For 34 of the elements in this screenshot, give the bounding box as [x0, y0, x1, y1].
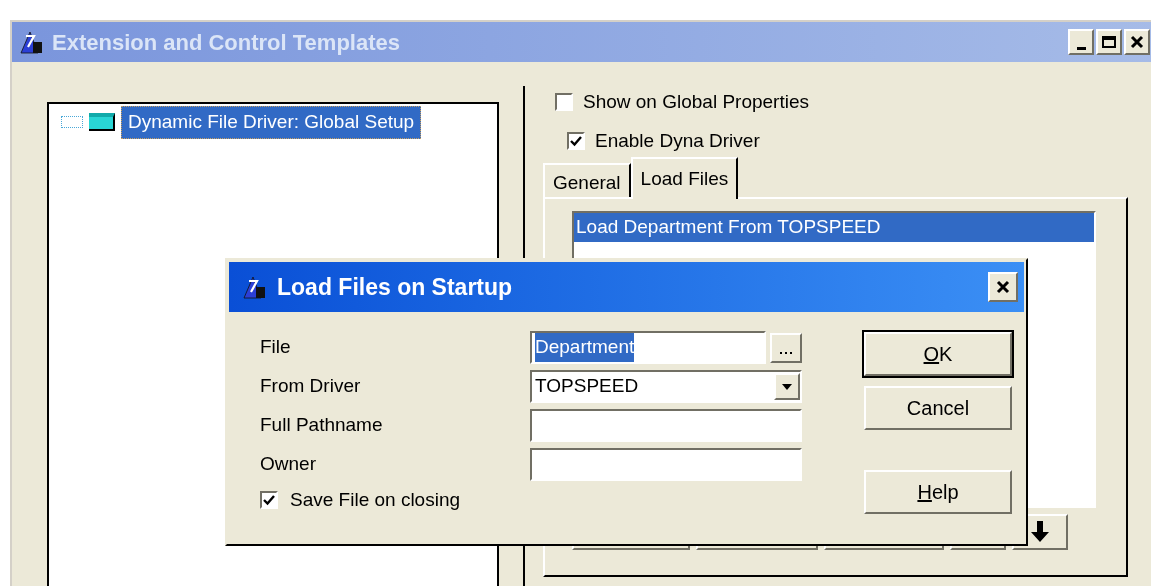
dialog-button[interactable]: Cancel: [864, 386, 1012, 430]
down-arrow-icon: [1030, 521, 1050, 543]
tab[interactable]: General: [543, 163, 631, 197]
text-field[interactable]: [530, 448, 802, 481]
close-icon[interactable]: [988, 272, 1018, 302]
ellipsis-icon: [780, 351, 792, 355]
option-label: Show on Global Properties: [583, 90, 809, 114]
logo-icon: [241, 274, 267, 300]
checkbox-label: Save File on closing: [290, 488, 461, 512]
close-icon[interactable]: [1124, 29, 1150, 55]
window-title: Extension and Control Templates: [52, 28, 400, 57]
dialog-button[interactable]: Help: [864, 470, 1012, 514]
checkbox[interactable]: [567, 131, 585, 150]
list-item[interactable]: Load Department From TOPSPEED: [574, 213, 1094, 242]
field-label: From Driver: [260, 374, 362, 399]
text-field[interactable]: [530, 409, 802, 442]
option-label: Enable Dyna Driver: [595, 128, 760, 153]
window-icon: [89, 113, 115, 132]
tree-item[interactable]: Dynamic File Driver: Global Setup: [121, 106, 422, 139]
dialog-title: Load Files on Startup: [277, 272, 513, 302]
checkbox[interactable]: [555, 93, 573, 112]
field-label: File: [260, 335, 292, 360]
tree-connector-icon: [61, 116, 83, 129]
dialog-button[interactable]: OK: [864, 332, 1012, 376]
file-field[interactable]: Department: [530, 331, 766, 364]
minimize-icon[interactable]: [1068, 29, 1094, 55]
logo-icon: [18, 29, 44, 55]
maximize-icon[interactable]: [1096, 29, 1122, 55]
field-label: Full Pathname: [260, 413, 384, 438]
checkbox[interactable]: [260, 491, 278, 510]
field-label: Owner: [260, 452, 317, 477]
tab[interactable]: Load Files: [630, 157, 739, 199]
driver-dropdown[interactable]: TOPSPEED: [530, 370, 802, 403]
browse-button[interactable]: [770, 332, 802, 363]
